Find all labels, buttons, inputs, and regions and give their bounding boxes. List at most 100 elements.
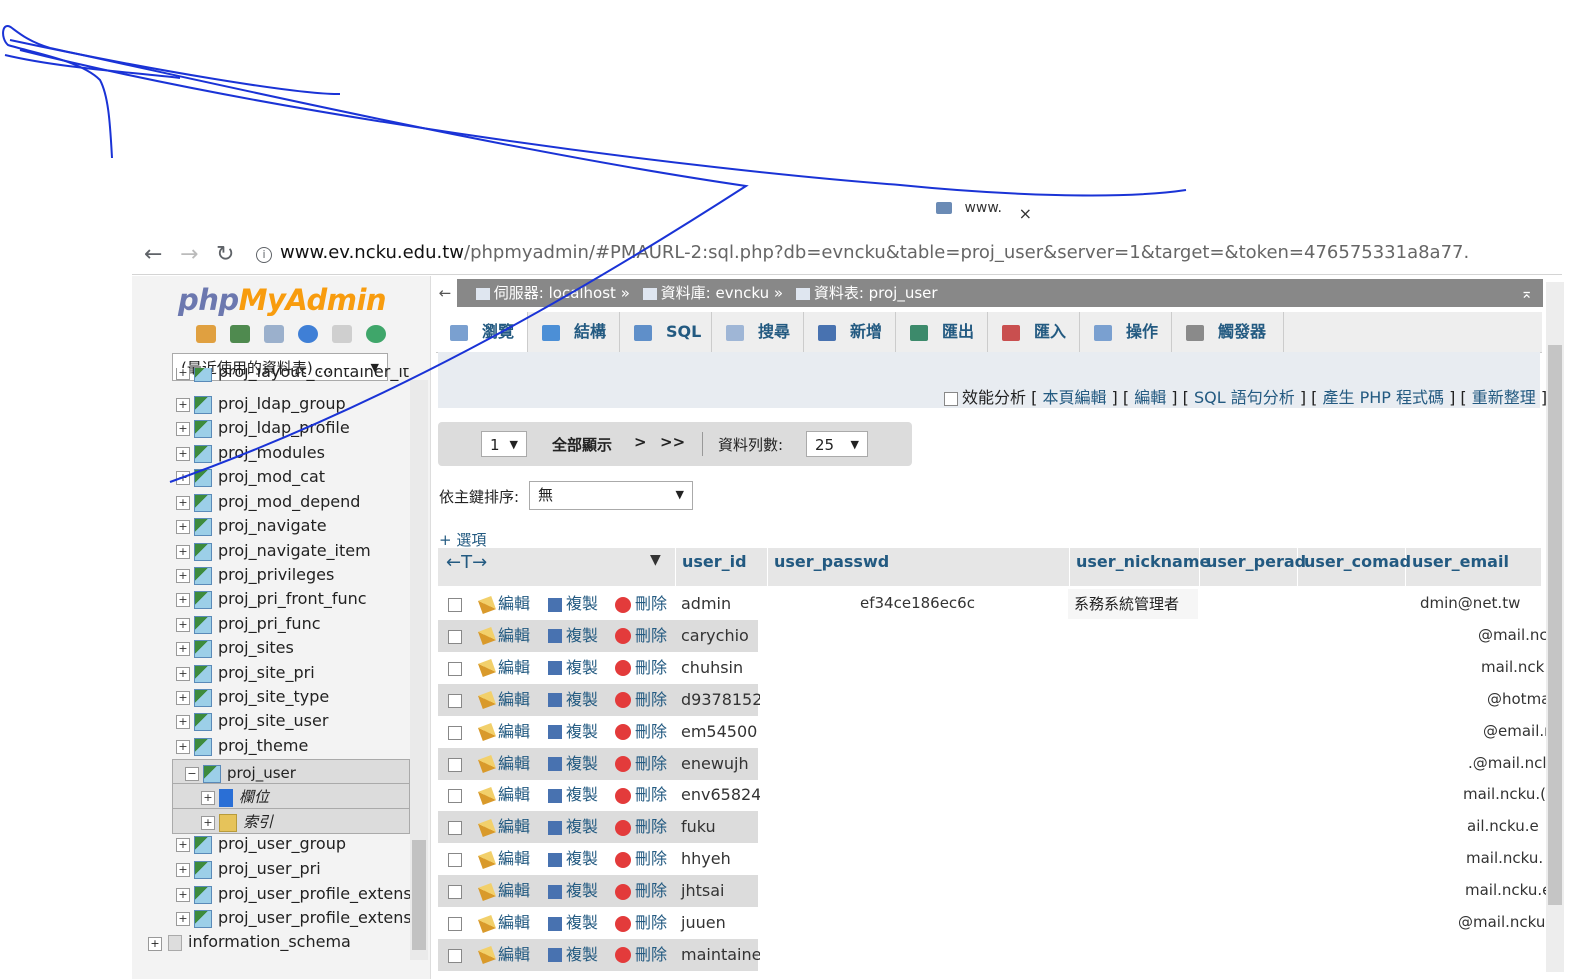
forward-icon[interactable]: → — [180, 242, 198, 267]
cell-user-id[interactable]: juuen — [681, 907, 726, 939]
expand-icon[interactable]: + — [176, 714, 190, 729]
copy-row-button[interactable]: 複製 — [548, 684, 598, 716]
delete-row-button[interactable]: 刪除 — [615, 620, 667, 652]
cell-user-email[interactable]: ail.ncku.e — [1467, 817, 1539, 835]
copy-row-button[interactable]: 複製 — [548, 779, 598, 811]
column-header-user-passwd[interactable]: user_passwd — [768, 548, 1070, 586]
cell-user-id[interactable]: hhyeh — [681, 843, 731, 875]
table-row[interactable]: 編輯 複製 刪除 env65824 — [438, 779, 761, 811]
delete-row-button[interactable]: 刪除 — [615, 748, 667, 780]
tree-item-label[interactable]: proj_pri_func — [218, 614, 321, 633]
tab-browse[interactable]: 瀏覽 — [436, 312, 528, 352]
tree-item-label[interactable]: proj_privileges — [218, 565, 334, 584]
tree-item-columns[interactable]: + 欄位 — [172, 783, 410, 809]
link-edit[interactable]: 編輯 — [1134, 388, 1166, 407]
table-row[interactable]: 編輯 複製 刪除 carychio — [438, 619, 758, 652]
expand-icon[interactable]: + — [176, 495, 190, 510]
cell-user-email[interactable]: mail.ncku. — [1466, 849, 1543, 867]
table-row[interactable]: 編輯 複製 刪除 enewujh — [438, 747, 758, 780]
sort-dropdown-icon[interactable]: ▼ — [650, 552, 661, 568]
tree-item[interactable]: + proj_privileges — [172, 563, 410, 587]
row-checkbox[interactable] — [448, 821, 462, 836]
tab-export[interactable]: 匯出 — [896, 312, 988, 352]
row-checkbox[interactable] — [448, 885, 462, 900]
expand-icon[interactable]: + — [176, 544, 190, 559]
table-row[interactable]: 編輯 複製 刪除 d9378152 — [438, 683, 762, 716]
breadcrumb-database[interactable]: 資料庫: evncku » — [661, 284, 783, 302]
breadcrumb-server[interactable]: 伺服器: localhost » — [494, 284, 630, 302]
tree-item-label[interactable]: proj_sites — [218, 638, 294, 657]
edit-row-button[interactable]: 編輯 — [478, 652, 530, 684]
tree-item-label[interactable]: proj_mod_cat — [218, 467, 325, 486]
expand-icon[interactable]: + — [176, 666, 190, 681]
expand-icon[interactable]: + — [201, 790, 215, 805]
tab-triggers[interactable]: 觸發器 — [1172, 312, 1284, 352]
expand-icon[interactable]: + — [176, 568, 190, 583]
expand-icon[interactable]: + — [176, 862, 190, 877]
reload-icon[interactable]: ↻ — [216, 242, 234, 267]
tree-item[interactable]: + proj_theme — [172, 734, 410, 758]
tree-item-label[interactable]: proj_navigate_item — [218, 541, 371, 560]
copy-row-button[interactable]: 複製 — [548, 652, 598, 684]
column-header-user-id[interactable]: user_id — [676, 548, 768, 586]
tree-item-label[interactable]: proj_navigate — [218, 516, 327, 535]
delete-row-button[interactable]: 刪除 — [615, 875, 667, 907]
tree-item-label[interactable]: proj_ldap_profile — [218, 418, 350, 437]
cell-user-id[interactable]: d9378152 — [681, 684, 762, 716]
nav-scrollbar-thumb[interactable] — [412, 840, 426, 950]
link-explain-sql[interactable]: SQL 語句分析 — [1194, 388, 1295, 407]
expand-icon[interactable]: + — [148, 937, 162, 951]
tree-item-label[interactable]: proj_pri_front_func — [218, 589, 367, 608]
expand-icon[interactable]: + — [176, 911, 190, 926]
back-arrow-icon[interactable]: ← — [433, 279, 457, 307]
edit-row-button[interactable]: 編輯 — [478, 716, 530, 748]
edit-row-button[interactable]: 編輯 — [478, 875, 530, 907]
delete-row-button[interactable]: 刪除 — [615, 716, 667, 748]
query-window-icon[interactable] — [264, 325, 285, 343]
phpmyadmin-logo[interactable]: phpMyAdmin — [178, 283, 387, 317]
tree-item-label[interactable]: proj_modules — [218, 443, 325, 462]
cell-user-email[interactable]: dmin@net.tw — [1420, 594, 1520, 612]
tree-item[interactable]: + proj_mod_cat — [172, 465, 410, 489]
table-row[interactable]: 編輯 複製 刪除 fuku — [438, 811, 758, 844]
tree-item-label[interactable]: proj_user — [227, 764, 296, 782]
tree-item-label[interactable]: 欄位 — [239, 788, 269, 806]
copy-row-button[interactable]: 複製 — [548, 748, 598, 780]
show-all-button[interactable]: 全部顯示 — [552, 434, 612, 455]
cell-user-id[interactable]: carychio — [681, 620, 749, 652]
page-select[interactable]: 1 ▼ — [481, 431, 527, 457]
table-row[interactable]: 編輯 複製 刪除 chuhsin — [438, 652, 758, 684]
expand-icon[interactable]: + — [176, 617, 190, 632]
edit-row-button[interactable]: 編輯 — [478, 811, 530, 843]
edit-row-button[interactable]: 編輯 — [478, 684, 530, 716]
options-toggle[interactable]: + 選項 — [439, 529, 486, 550]
expand-icon[interactable]: + — [176, 519, 190, 534]
table-row[interactable]: 編輯 複製 刪除 juuen — [438, 907, 758, 939]
tab-import[interactable]: 匯入 — [988, 312, 1080, 352]
profiling-checkbox[interactable] — [944, 391, 958, 406]
expand-icon[interactable]: + — [176, 887, 190, 902]
tab-insert[interactable]: 新增 — [804, 312, 896, 352]
copy-row-button[interactable]: 複製 — [548, 843, 598, 875]
delete-row-button[interactable]: 刪除 — [615, 811, 667, 843]
back-icon[interactable]: ← — [144, 242, 162, 267]
row-checkbox[interactable] — [448, 853, 462, 868]
expand-icon[interactable]: + — [176, 470, 190, 485]
row-checkbox[interactable] — [448, 757, 462, 772]
expand-icon[interactable]: + — [176, 421, 190, 436]
expand-icon[interactable]: + — [176, 641, 190, 656]
tree-item[interactable]: + proj_user_pri — [172, 857, 410, 881]
tree-item[interactable]: + proj_modules — [172, 441, 410, 465]
tree-item[interactable]: + proj_user_group — [172, 832, 410, 856]
tree-item[interactable]: + proj_layout_container_item — [172, 368, 410, 384]
last-page-button[interactable]: >> — [660, 433, 685, 451]
table-row[interactable]: 編輯 複製 刪除 maintainer — [438, 938, 768, 971]
cell-user-email[interactable]: .@mail.ncl — [1468, 754, 1547, 772]
tree-item-label[interactable]: proj_user_profile_extension — [218, 884, 410, 903]
help-icon[interactable] — [298, 325, 319, 343]
row-checkbox[interactable] — [448, 598, 462, 612]
table-row[interactable]: 編輯 複製 刪除 hhyeh — [438, 843, 758, 875]
tree-item-indexes[interactable]: + 索引 — [172, 808, 410, 834]
delete-row-button[interactable]: 刪除 — [615, 652, 667, 684]
expand-icon[interactable]: + — [176, 690, 190, 705]
